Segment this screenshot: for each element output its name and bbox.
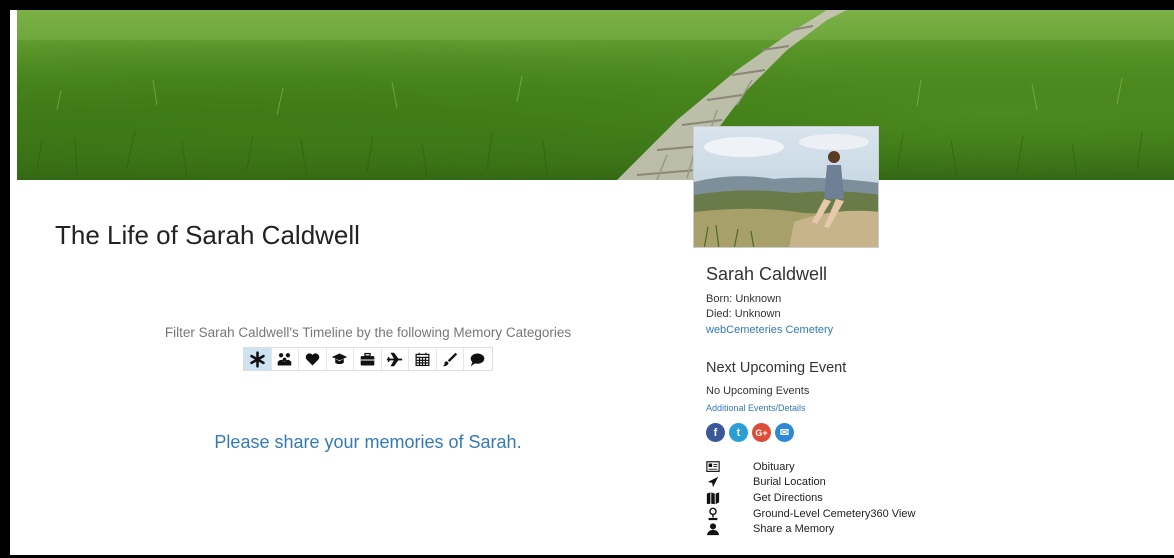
filter-travel-button[interactable] <box>381 348 409 370</box>
paintbrush-icon <box>442 352 458 366</box>
map-pin-icon <box>708 507 718 520</box>
filter-comments-button[interactable] <box>464 348 492 370</box>
filter-work-button[interactable] <box>354 348 382 370</box>
location-arrow-icon <box>707 477 719 488</box>
map-icon <box>706 492 720 505</box>
speech-bubble-icon <box>470 353 485 366</box>
google-plus-icon[interactable]: G+ <box>752 423 771 442</box>
calendar-icon <box>415 352 430 366</box>
memorial-links: Obituary Burial Location Get Directions … <box>706 459 915 537</box>
social-share-buttons: f t G+ ✉ <box>706 423 794 442</box>
cemetery-link[interactable]: webCemeteries Cemetery <box>706 324 833 336</box>
filter-all-button[interactable] <box>244 348 272 370</box>
share-memory-link[interactable]: Share a Memory <box>706 521 915 537</box>
header-banner-image <box>17 10 1174 180</box>
cemetery360-link[interactable]: Ground-Level Cemetery360 View <box>706 506 915 522</box>
born-date: Born: Unknown <box>706 293 782 305</box>
filter-hobbies-button[interactable] <box>436 348 464 370</box>
upcoming-event-heading: Next Upcoming Event <box>706 360 847 376</box>
email-icon[interactable]: ✉ <box>775 423 794 442</box>
filter-education-button[interactable] <box>326 348 354 370</box>
filter-events-button[interactable] <box>409 348 437 370</box>
share-memory-label: Share a Memory <box>753 523 835 536</box>
obituary-label: Obituary <box>753 460 795 473</box>
filter-family-button[interactable] <box>271 348 299 370</box>
filter-label: Filter Sarah Caldwell's Timeline by the … <box>164 325 572 340</box>
cemetery360-label: Ground-Level Cemetery360 View <box>753 507 916 520</box>
heart-icon <box>305 352 320 365</box>
died-date: Died: Unknown <box>706 308 781 320</box>
family-icon <box>277 352 292 365</box>
get-directions-link[interactable]: Get Directions <box>706 490 915 506</box>
get-directions-label: Get Directions <box>753 491 823 504</box>
no-events-text: No Upcoming Events <box>706 385 810 397</box>
additional-events-link[interactable]: Additional Events/Details <box>706 403 806 413</box>
memory-category-filter <box>243 347 493 371</box>
graduation-cap-icon <box>332 353 348 364</box>
profile-photo <box>693 126 879 248</box>
burial-location-link[interactable]: Burial Location <box>706 475 915 491</box>
newspaper-icon <box>706 460 720 472</box>
airplane-icon <box>387 352 403 366</box>
twitter-icon[interactable]: t <box>729 423 748 442</box>
obituary-link[interactable]: Obituary <box>706 459 915 475</box>
filter-love-button[interactable] <box>299 348 327 370</box>
asterisk-icon <box>250 350 265 368</box>
burial-location-label: Burial Location <box>753 476 826 489</box>
facebook-icon[interactable]: f <box>706 423 725 442</box>
briefcase-icon <box>360 352 375 365</box>
person-name: Sarah Caldwell <box>706 264 828 284</box>
share-memories-link[interactable]: Please share your memories of Sarah. <box>138 432 598 453</box>
page-title: The Life of Sarah Caldwell <box>55 220 360 250</box>
user-icon <box>706 523 720 536</box>
